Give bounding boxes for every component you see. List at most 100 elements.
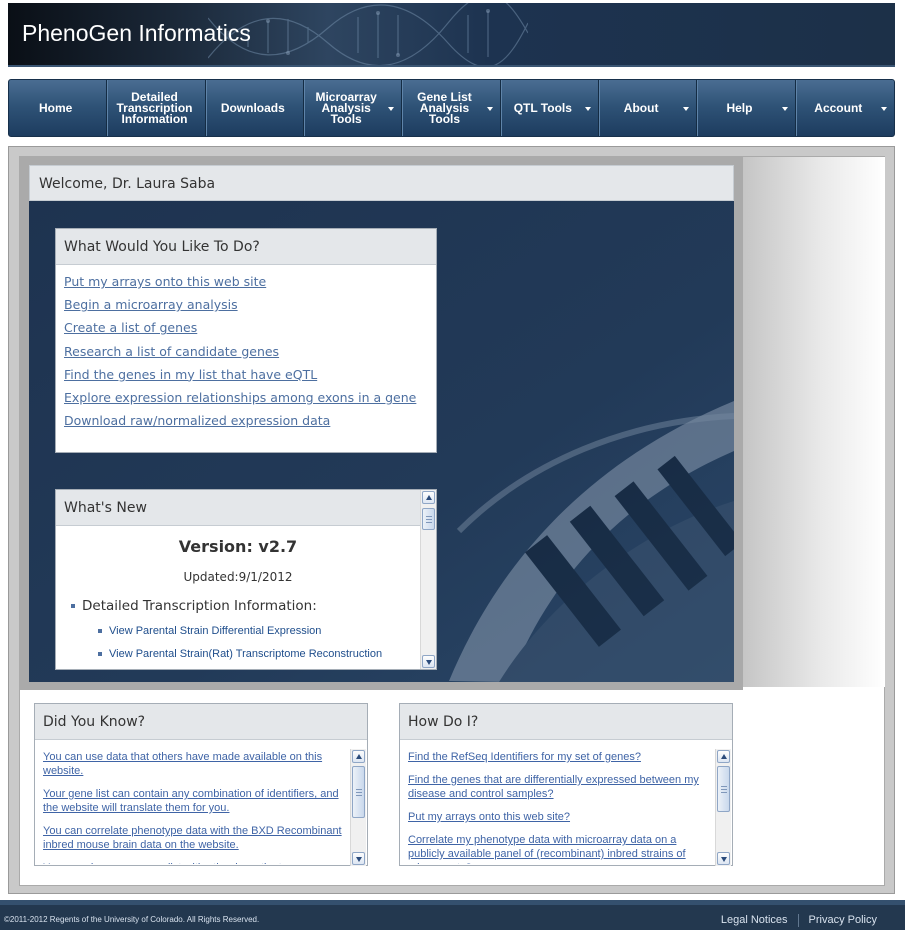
did-you-know-title: Did You Know? xyxy=(35,704,367,740)
caret-down-icon[interactable] xyxy=(388,107,395,111)
todo-link[interactable]: Download raw/normalized expression data xyxy=(64,413,330,428)
caret-down-icon[interactable] xyxy=(781,107,788,111)
list-item: Create a list of genes xyxy=(64,320,428,343)
scroll-down-icon[interactable] xyxy=(422,655,435,668)
nav-item-home[interactable]: Home xyxy=(9,80,108,136)
scroll-up-icon[interactable] xyxy=(717,750,730,763)
whats-new-list: Detailed Transcription Information: View… xyxy=(56,598,420,660)
header-divider xyxy=(8,65,895,67)
did-you-know-list: You can use data that others have made a… xyxy=(43,750,343,864)
caret-down-icon[interactable] xyxy=(683,107,690,111)
list-item: Find the RefSeq Identifiers for my set o… xyxy=(408,750,708,764)
updated-date: Updated:9/1/2012 xyxy=(183,570,293,584)
nav-item-label: Detailed Transcription Information xyxy=(116,89,193,126)
bullet-icon xyxy=(98,652,102,657)
todo-link[interactable]: Create a list of genes xyxy=(64,320,197,335)
main-nav: Home Detailed Transcription Information Do… xyxy=(8,79,895,137)
todo-title: What Would You Like To Do? xyxy=(56,229,436,265)
welcome-frame: Welcome, Dr. Laura Saba What Would You L… xyxy=(20,157,743,690)
copyright-text: ©2011-2012 Regents of the University of … xyxy=(4,915,260,924)
nav-item-label: QTL Tools xyxy=(513,100,572,115)
did-you-know-link[interactable]: Your gene list can contain any combinati… xyxy=(43,788,339,814)
nav-item-downloads[interactable]: Downloads xyxy=(205,80,304,136)
todo-link[interactable]: Put my arrays onto this web site xyxy=(64,274,266,289)
dna-helix-icon xyxy=(208,3,528,65)
content-area: Welcome, Dr. Laura Saba What Would You L… xyxy=(19,156,885,886)
did-you-know-link[interactable]: You can use data that others have made a… xyxy=(43,751,322,777)
todo-list: Put my arrays onto this web site Begin a … xyxy=(56,265,436,445)
footer-links: Legal Notices Privacy Policy xyxy=(711,914,887,927)
todo-link[interactable]: Explore expression relationships among e… xyxy=(64,390,416,405)
list-item: You can correlate phenotype data with th… xyxy=(43,824,343,852)
transcriptome-reconstruction-link[interactable]: View Parental Strain(Rat) Transcriptome … xyxy=(109,648,382,660)
how-do-i-title: How Do I? xyxy=(400,704,732,740)
nav-item-help[interactable]: Help xyxy=(697,80,796,136)
todo-panel: What Would You Like To Do? Put my arrays… xyxy=(55,228,437,453)
list-item: Begin a microarray analysis xyxy=(64,297,428,320)
scroll-down-icon[interactable] xyxy=(352,852,365,865)
nav-item-label: Gene List Analysis Tools xyxy=(417,89,472,126)
bullet-icon xyxy=(71,604,75,608)
list-item: You can share your gene list with other … xyxy=(43,861,343,864)
parental-strain-de-link[interactable]: View Parental Strain Differential Expres… xyxy=(109,625,321,637)
nav-item-detailed-transcription-information[interactable]: Detailed Transcription Information xyxy=(107,80,206,136)
did-you-know-link[interactable]: You can share your gene list with other … xyxy=(43,862,297,864)
list-item: You can use data that others have made a… xyxy=(43,750,343,778)
caret-down-icon[interactable] xyxy=(584,107,591,111)
scroll-thumb[interactable] xyxy=(717,766,730,812)
did-you-know-scrollbar[interactable] xyxy=(350,749,366,866)
nav-item-label: Home xyxy=(38,100,73,115)
nav-item-about[interactable]: About xyxy=(598,80,698,136)
did-you-know-panel: Did You Know? You can use data that othe… xyxy=(34,703,368,866)
scroll-thumb[interactable] xyxy=(422,508,435,530)
nav-item-account[interactable]: Account xyxy=(795,80,894,136)
list-item: Research a list of candidate genes xyxy=(64,344,428,367)
nav-item-label: About xyxy=(623,100,659,115)
site-footer: ©2011-2012 Regents of the University of … xyxy=(0,905,905,930)
site-title: PhenoGen Informatics xyxy=(22,20,251,46)
how-do-i-link[interactable]: Find the genes that are differentially e… xyxy=(408,774,699,800)
scroll-thumb[interactable] xyxy=(352,766,365,818)
list-item: Put my arrays onto this web site xyxy=(64,274,428,297)
nav-item-label: Downloads xyxy=(220,100,285,115)
nav-item-qtl-tools[interactable]: QTL Tools xyxy=(500,80,599,136)
nav-item-label: Account xyxy=(814,100,863,115)
nav-item-label: Help xyxy=(726,100,753,115)
list-item: Find the genes in my list that have eQTL xyxy=(64,367,428,390)
scroll-down-icon[interactable] xyxy=(717,852,730,865)
feature-heading: Detailed Transcription Information: xyxy=(71,598,420,614)
how-do-i-link[interactable]: Correlate my phenotype data with microar… xyxy=(408,834,686,864)
did-you-know-link[interactable]: You can correlate phenotype data with th… xyxy=(43,825,342,851)
todo-link[interactable]: Begin a microarray analysis xyxy=(64,297,238,312)
whats-new-panel: What's New Version: v2.7 Updated:9/1/201… xyxy=(55,489,437,670)
todo-link[interactable]: Find the genes in my list that have eQTL xyxy=(64,367,317,382)
whats-new-title: What's New xyxy=(56,490,436,526)
whats-new-body: Version: v2.7 Updated:9/1/2012 Detailed … xyxy=(56,526,420,669)
content-frame: Welcome, Dr. Laura Saba What Would You L… xyxy=(8,146,895,894)
how-do-i-link[interactable]: Put my arrays onto this web site? xyxy=(408,811,570,823)
list-item: Download raw/normalized expression data xyxy=(64,413,428,436)
caret-down-icon[interactable] xyxy=(880,107,887,111)
site-header: PhenoGen Informatics xyxy=(8,3,895,65)
privacy-policy-link[interactable]: Privacy Policy xyxy=(799,914,887,927)
version-label: Version: v2.7 xyxy=(178,537,298,556)
welcome-panel: What Would You Like To Do? Put my arrays… xyxy=(29,201,734,682)
list-item: Correlate my phenotype data with microar… xyxy=(408,833,708,864)
nav-item-microarray-analysis-tools[interactable]: Microarray Analysis Tools xyxy=(303,80,403,136)
how-do-i-scrollbar[interactable] xyxy=(715,749,731,866)
side-gradient xyxy=(743,157,885,687)
how-do-i-link[interactable]: Find the RefSeq Identifiers for my set o… xyxy=(408,751,641,763)
how-do-i-panel: How Do I? Find the RefSeq Identifiers fo… xyxy=(399,703,733,866)
whats-new-scrollbar[interactable] xyxy=(420,490,436,669)
list-item: View Parental Strain Differential Expres… xyxy=(71,625,420,637)
scroll-up-icon[interactable] xyxy=(352,750,365,763)
list-item: Find the genes that are differentially e… xyxy=(408,773,708,801)
todo-link[interactable]: Research a list of candidate genes xyxy=(64,344,279,359)
caret-down-icon[interactable] xyxy=(486,107,493,111)
legal-notices-link[interactable]: Legal Notices xyxy=(711,914,798,927)
list-item: Your gene list can contain any combinati… xyxy=(43,787,343,815)
nav-item-gene-list-analysis-tools[interactable]: Gene List Analysis Tools xyxy=(402,80,501,136)
how-do-i-list: Find the RefSeq Identifiers for my set o… xyxy=(408,750,708,864)
scroll-up-icon[interactable] xyxy=(422,491,435,504)
list-item: Put my arrays onto this web site? xyxy=(408,810,708,824)
